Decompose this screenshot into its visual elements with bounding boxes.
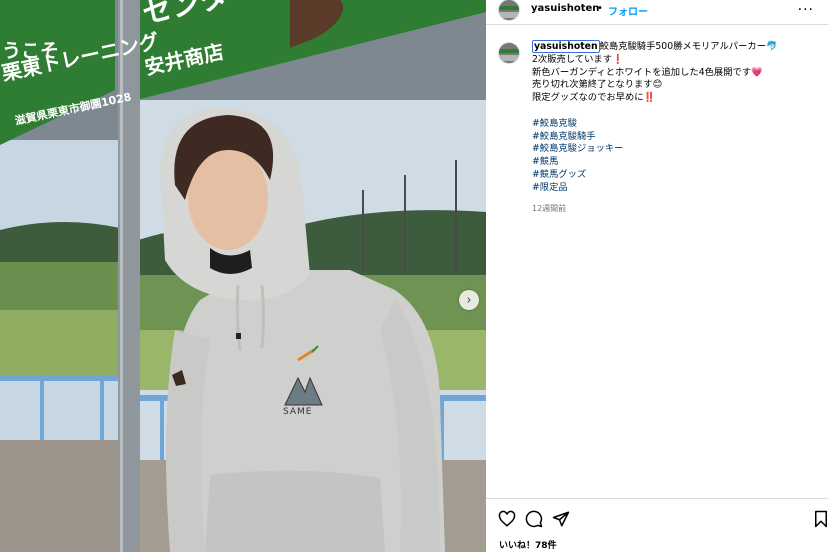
next-photo-button[interactable]: › [459, 290, 479, 310]
hashtag-link[interactable]: #鮫島克駿 [532, 118, 822, 131]
header-username[interactable]: yasuishoten [531, 3, 599, 14]
post-sidebar: yasuishoten • フォロー ··· yasuishoten 鮫島克駿騎手… [486, 0, 828, 552]
like-count[interactable]: いいね！78件 [499, 538, 557, 551]
caption-line-1: 鮫島克駿騎手500勝メモリアルパーカー🐬 [599, 41, 778, 52]
follow-button[interactable]: フォロー [608, 3, 648, 18]
post-photo[interactable]: うこそ 栗東トレーニング 滋賀県栗東市御園1028 センター 安井商店 SAME… [0, 0, 486, 552]
actions-divider [486, 498, 828, 499]
post-header: yasuishoten • フォロー ··· [486, 0, 828, 21]
caption-line-4: 売り切れ次第終了となります😊 [532, 79, 663, 91]
bookmark-icon[interactable] [812, 510, 828, 528]
more-options-icon[interactable]: ··· [798, 2, 814, 18]
chevron-right-icon: › [466, 292, 472, 308]
comment-icon[interactable] [525, 510, 543, 528]
header-divider [486, 24, 828, 25]
hashtag-link[interactable]: #競馬グッズ [532, 169, 822, 182]
caption-line-2: 2次販売しています❗ [532, 53, 624, 65]
caption-line-3: 新色バーガンディとホワイトを追加した4色展開です💗 [532, 66, 763, 78]
avatar[interactable] [498, 0, 520, 21]
separator-dot: • [597, 3, 603, 14]
photo-illustration [0, 0, 486, 552]
caption-line-5: 限定グッズなのでお早めに‼️ [532, 92, 656, 104]
hashtag-link[interactable]: #鮫島克駿騎手 [532, 131, 822, 144]
caption-username[interactable]: yasuishoten [532, 40, 600, 53]
post-caption: yasuishoten 鮫島克駿騎手500勝メモリアルパーカー🐬 2次販売していま… [532, 40, 822, 195]
caption-gap [532, 105, 822, 118]
hashtag-link[interactable]: #鮫島克駿ジョッキー [532, 143, 822, 156]
share-icon[interactable] [552, 510, 570, 528]
hashtag-link[interactable]: #競馬 [532, 156, 822, 169]
heart-icon[interactable] [498, 510, 516, 528]
hoodie-print-text: SAME [283, 407, 313, 417]
caption-avatar[interactable] [498, 42, 520, 64]
hashtag-link[interactable]: #限定品 [532, 182, 822, 195]
instagram-post: うこそ 栗東トレーニング 滋賀県栗東市御園1028 センター 安井商店 SAME… [0, 0, 828, 552]
post-timestamp[interactable]: 12週間前 [532, 203, 566, 214]
